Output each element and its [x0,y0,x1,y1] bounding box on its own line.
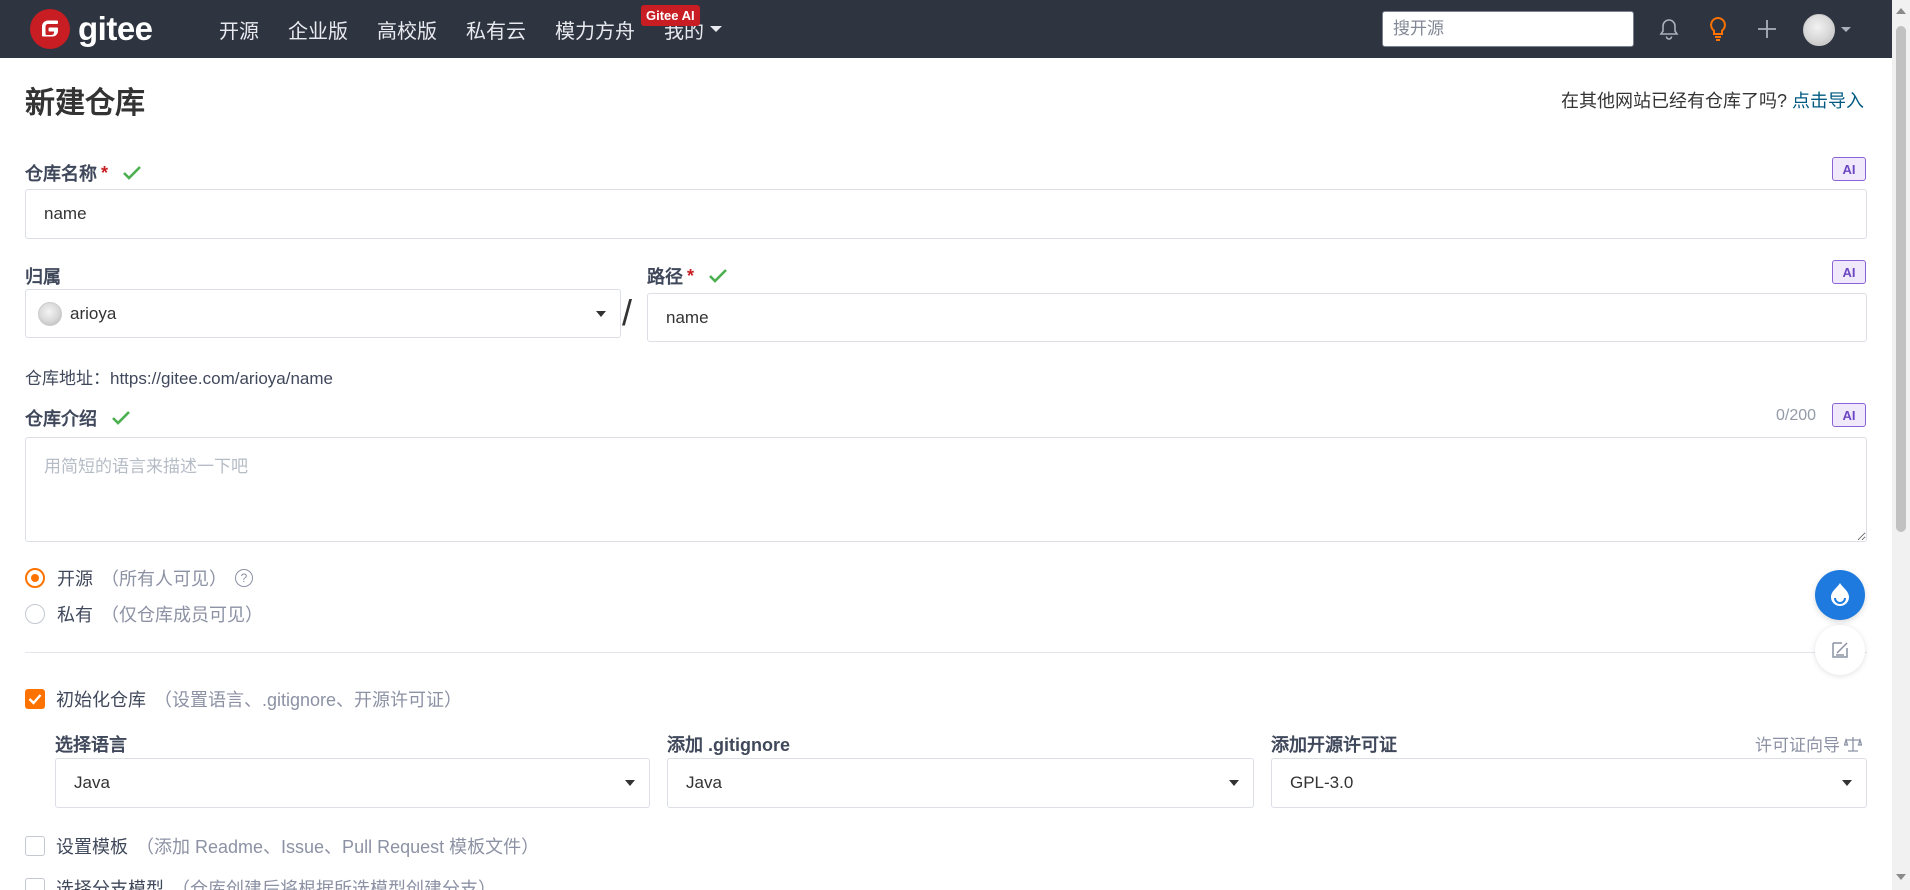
description-textarea[interactable] [25,437,1867,542]
language-label-text: 选择语言 [55,735,127,755]
repo-name-label: 仓库名称 * [25,160,142,186]
repo-name-value: name [44,204,87,223]
check-icon [708,268,728,284]
template-note: （添加 Readme、Issue、Pull Request 模板文件） [136,837,540,857]
brand-name: gitee [78,10,153,47]
path-input[interactable]: name [647,293,1867,342]
check-icon [111,410,131,426]
chevron-down-icon [596,310,606,317]
bell-icon[interactable] [1654,14,1684,44]
language-label: 选择语言 [55,731,127,757]
repo-name-ai-button[interactable]: AI [1832,157,1866,181]
path-value: name [666,307,709,327]
top-navbar: gitee 开源 企业版 高校版 私有云 模力方舟 我的 Gitee AI [0,0,1892,58]
nav-education[interactable]: 高校版 [377,15,437,44]
template-label: 设置模板 [56,837,128,857]
required-mark: * [687,265,695,286]
gitignore-label: 添加 .gitignore [667,731,790,757]
required-mark: * [101,162,109,183]
description-label: 仓库介绍 [25,405,131,431]
private-label: 私有 [57,605,93,625]
template-checkbox[interactable] [25,836,45,856]
license-guide-text: 许可证向导 [1755,736,1840,755]
gitee-logo[interactable]: gitee [30,9,153,49]
avatar-chevron-down-icon[interactable] [1841,27,1851,32]
page-scrollbar[interactable] [1892,0,1910,890]
public-radio[interactable] [25,568,45,588]
branch-model-label: 选择分支模型 [56,879,164,890]
repo-name-input[interactable]: name [25,189,1867,239]
visibility-public-option[interactable]: 开源 （所有人可见） ? [25,565,253,591]
nav-enterprise[interactable]: 企业版 [288,15,348,44]
path-label: 路径 * [647,263,728,289]
owner-select[interactable]: arioya [25,289,621,338]
edit-icon [1829,639,1851,661]
gitignore-value: Java [686,773,722,792]
chevron-down-icon [625,780,635,786]
license-guide-link[interactable]: 许可证向导 [1755,731,1862,756]
chevron-down-icon [710,26,722,32]
branch-model-checkbox[interactable] [25,878,45,890]
check-icon [122,165,142,181]
description-label-text: 仓库介绍 [25,409,97,429]
import-link[interactable]: 点击导入 [1792,91,1864,111]
repo-url: 仓库地址：https://gitee.com/arioya/name [25,369,334,388]
search-input[interactable] [1382,11,1634,47]
assistant-icon [1825,580,1855,610]
import-hint: 在其他网站已经有仓库了吗? 点击导入 [1561,87,1864,113]
owner-value: arioya [70,303,117,323]
chevron-down-icon [1842,780,1852,786]
feedback-float-button[interactable] [1815,625,1865,675]
path-label-text: 路径 [647,267,683,287]
page-title: 新建仓库 [25,87,145,120]
gitee-ai-badge: Gitee AI [641,5,700,26]
public-note: （所有人可见） [101,569,227,589]
gitignore-label-text: 添加 .gitignore [667,735,790,755]
plus-icon[interactable] [1752,14,1782,44]
help-icon[interactable]: ? [235,569,253,587]
path-ai-button[interactable]: AI [1832,260,1866,284]
init-repo-note: （设置语言、.gitignore、开源许可证） [154,690,463,710]
description-ai-button[interactable]: AI [1832,403,1866,427]
owner-label-text: 归属 [25,267,61,287]
language-select[interactable]: Java [55,758,650,808]
repo-name-label-text: 仓库名称 [25,164,97,184]
template-option[interactable]: 设置模板 （添加 Readme、Issue、Pull Request 模板文件） [25,833,539,859]
section-divider [25,652,1867,653]
user-avatar[interactable] [1803,14,1835,46]
branch-model-note: （仓库创建后将根据所选模型创建分支） [172,879,496,890]
license-select[interactable]: GPL-3.0 [1271,758,1867,808]
owner-label: 归属 [25,263,61,289]
scrollbar-thumb[interactable] [1896,26,1906,532]
private-radio[interactable] [25,604,45,624]
init-repo-option[interactable]: 初始化仓库 （设置语言、.gitignore、开源许可证） [25,686,462,712]
path-separator: / [622,292,633,333]
init-repo-checkbox[interactable] [25,689,45,709]
private-note: （仅仓库成员可见） [101,605,263,625]
init-repo-label: 初始化仓库 [56,690,146,710]
gitignore-select[interactable]: Java [667,758,1254,808]
lightbulb-icon[interactable] [1703,14,1733,44]
gitee-logo-icon [30,9,70,49]
nav-moli-fangzhou[interactable]: 模力方舟 [555,15,635,44]
nav-opensource[interactable]: 开源 [219,15,259,44]
assistant-float-button[interactable] [1815,570,1865,620]
visibility-private-option[interactable]: 私有 （仅仓库成员可见） [25,601,263,627]
scroll-down-arrow-icon[interactable] [1896,874,1906,880]
license-label-text: 添加开源许可证 [1271,735,1397,755]
nav-private-cloud[interactable]: 私有云 [466,15,526,44]
license-value: GPL-3.0 [1290,773,1354,792]
description-counter: 0/200 [1776,407,1817,424]
public-label: 开源 [57,569,93,589]
language-value: Java [74,773,110,792]
branch-model-option[interactable]: 选择分支模型 （仓库创建后将根据所选模型创建分支） [25,875,496,890]
import-hint-text: 在其他网站已经有仓库了吗? [1560,91,1787,111]
license-label: 添加开源许可证 [1271,731,1397,757]
scroll-up-arrow-icon[interactable] [1896,8,1906,14]
scale-icon [1844,736,1862,752]
chevron-down-icon [1229,780,1239,786]
owner-avatar [38,301,62,326]
